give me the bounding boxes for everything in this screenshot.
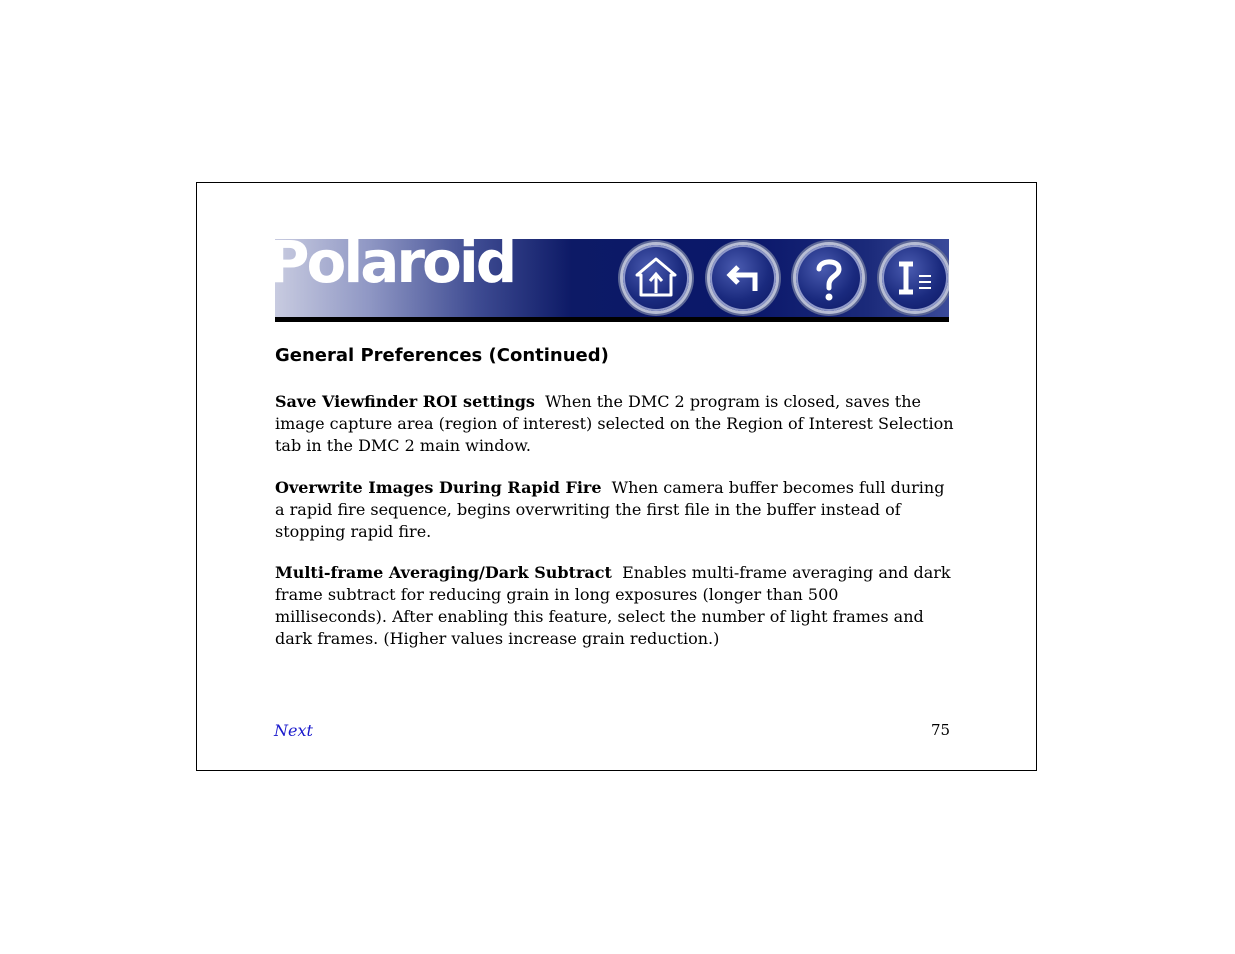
preference-item: Overwrite Images During Rapid Fire When … xyxy=(275,477,955,543)
page-number: 75 xyxy=(931,721,951,739)
header-rule xyxy=(275,317,949,322)
back-button[interactable] xyxy=(710,245,776,311)
preference-term: Save Viewfinder ROI settings xyxy=(275,392,535,411)
index-button[interactable] xyxy=(882,245,948,311)
index-icon xyxy=(899,261,931,295)
help-icon xyxy=(816,259,842,301)
back-arrow-icon xyxy=(726,265,758,291)
preference-term: Multi-frame Averaging/Dark Subtract xyxy=(275,563,612,582)
home-icon xyxy=(635,257,677,297)
home-button[interactable] xyxy=(623,245,689,311)
preference-item: Multi-frame Averaging/Dark Subtract Enab… xyxy=(275,562,955,650)
help-button[interactable] xyxy=(796,245,862,311)
header-banner: Polaroid xyxy=(275,239,949,317)
section-heading: General Preferences (Continued) xyxy=(275,345,609,366)
next-page-link[interactable]: Next xyxy=(274,721,313,740)
preference-item: Save Viewfinder ROI settings When the DM… xyxy=(275,391,955,457)
polaroid-logo: Polaroid xyxy=(275,239,517,296)
preference-term: Overwrite Images During Rapid Fire xyxy=(275,478,602,497)
